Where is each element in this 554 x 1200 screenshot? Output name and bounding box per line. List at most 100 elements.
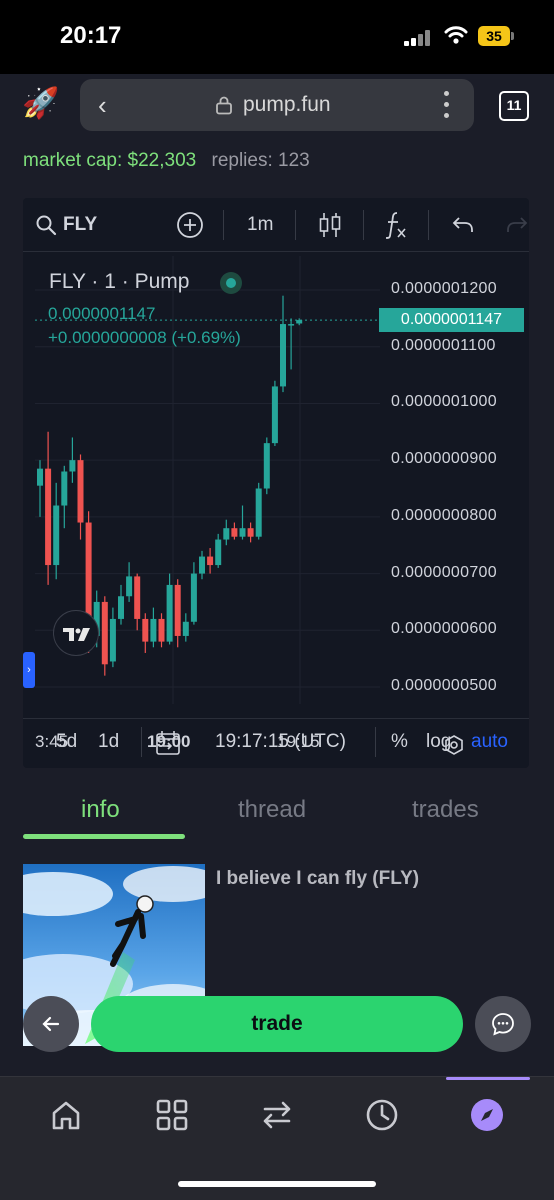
candle-body	[215, 539, 222, 566]
candle	[247, 522, 254, 543]
log-scale-toggle[interactable]: log	[426, 731, 451, 753]
candle	[231, 522, 238, 540]
content-tabs: info thread trades	[23, 796, 529, 844]
back-chevron-icon[interactable]: ‹	[98, 90, 107, 121]
home-icon[interactable]	[46, 1095, 86, 1135]
candle	[174, 579, 181, 648]
symbol-search[interactable]: FLY	[35, 198, 97, 252]
price-axis-label: 0.0000000800	[391, 506, 497, 524]
back-button[interactable]	[23, 996, 79, 1052]
candle	[158, 613, 165, 648]
candle	[288, 318, 295, 370]
percent-scale-toggle[interactable]: %	[391, 731, 408, 753]
battery-icon: 35	[478, 26, 514, 46]
timeframe-button[interactable]: 1m	[247, 198, 273, 252]
tradingview-logo-icon[interactable]	[53, 610, 99, 656]
price-axis-label: 0.0000000700	[391, 563, 497, 581]
home-indicator	[178, 1181, 376, 1187]
wifi-icon	[444, 26, 468, 44]
active-tab-indicator	[23, 834, 185, 839]
candles-icon	[319, 213, 341, 237]
tab-thread[interactable]: thread	[238, 796, 306, 824]
candle	[101, 596, 108, 676]
tab-trades[interactable]: trades	[412, 796, 479, 824]
replies-count: replies: 123	[211, 150, 310, 171]
candle	[280, 295, 286, 393]
drawing-toolbar-handle[interactable]: ›	[23, 652, 35, 688]
redo-icon	[507, 217, 528, 232]
search-icon	[36, 215, 57, 236]
price-axis-label: 0.0000001000	[391, 393, 497, 411]
url-text: pump.fun	[243, 93, 331, 116]
token-title: I believe I can fly (FLY)	[216, 868, 420, 889]
tab-info[interactable]: info	[81, 796, 120, 824]
grid-icon[interactable]	[152, 1095, 192, 1135]
plus-circle-icon	[177, 212, 203, 238]
address-bar[interactable]: ‹ pump.fun	[80, 79, 474, 131]
browser-bar: 🚀 ‹ pump.fun 11	[0, 74, 554, 144]
compass-icon[interactable]	[467, 1095, 507, 1135]
more-vertical-icon[interactable]	[444, 91, 450, 119]
candle	[69, 437, 76, 483]
add-compare-button[interactable]	[176, 198, 204, 252]
candle	[296, 318, 303, 326]
symbol-label: FLY	[63, 214, 98, 235]
candle	[109, 607, 116, 668]
range-5d-button[interactable]: 5d	[56, 731, 77, 753]
candle	[215, 533, 222, 568]
price-axis-label: 0.0000001100	[391, 336, 496, 354]
current-price-tag: 0.0000001147	[379, 308, 524, 333]
history-icon[interactable]	[362, 1095, 402, 1135]
function-icon	[385, 212, 406, 239]
chart-type-button[interactable]	[318, 198, 342, 252]
candle	[118, 584, 124, 625]
trade-button[interactable]: trade	[91, 996, 463, 1052]
candle-body	[118, 596, 124, 619]
chat-bubble-icon	[492, 1013, 514, 1036]
calendar-goto-icon[interactable]	[154, 729, 182, 757]
rocket-icon[interactable]: 🚀	[22, 86, 59, 121]
candle-body	[288, 324, 295, 326]
cellular-signal-icon	[404, 30, 434, 46]
market-cap: market cap: $22,303	[23, 150, 197, 171]
price-axis-label: 0.0000000900	[391, 450, 497, 468]
chart-legend-change: +0.0000000008 (+0.69%)	[48, 328, 241, 347]
lock-icon	[216, 96, 232, 115]
candle-body	[77, 460, 84, 523]
tabs-button[interactable]: 11	[499, 91, 529, 121]
status-bar: 20:17 35	[0, 0, 554, 74]
auto-scale-toggle[interactable]: auto	[471, 731, 508, 753]
chat-button[interactable]	[475, 996, 531, 1052]
candle-body	[255, 488, 262, 537]
price-axis-label: 0.0000001200	[391, 280, 497, 298]
bottom-nav	[0, 1076, 554, 1200]
candle-body	[142, 618, 149, 642]
candle	[37, 460, 43, 517]
candle	[142, 613, 149, 653]
candle-body	[239, 528, 246, 537]
candle-body	[280, 324, 286, 387]
chart-area[interactable]: FLY · 1 · Pump 0.0000001147 +0.000000000…	[35, 256, 529, 755]
candle-body	[45, 468, 52, 566]
candle	[239, 505, 246, 540]
candle	[263, 437, 270, 495]
undo-icon	[452, 217, 473, 232]
token-stats: market cap: $22,303 replies: 123	[23, 150, 310, 172]
redo-button[interactable]	[505, 198, 529, 252]
swap-icon[interactable]	[257, 1095, 297, 1135]
candle-body	[126, 576, 133, 597]
undo-button[interactable]	[451, 198, 475, 252]
indicators-button[interactable]	[383, 198, 409, 252]
candle-body	[263, 443, 270, 489]
candle-body	[69, 460, 76, 472]
battery-level: 35	[478, 26, 510, 46]
candle	[53, 482, 60, 580]
candle-body	[158, 618, 165, 642]
candle-body	[296, 320, 303, 324]
candle-body	[174, 584, 181, 636]
candle	[77, 454, 84, 540]
range-1d-button[interactable]: 1d	[98, 731, 119, 753]
chart-clock[interactable]: 19:17:15 (UTC)	[215, 731, 346, 753]
candle-body	[37, 468, 43, 486]
candle	[134, 573, 141, 631]
